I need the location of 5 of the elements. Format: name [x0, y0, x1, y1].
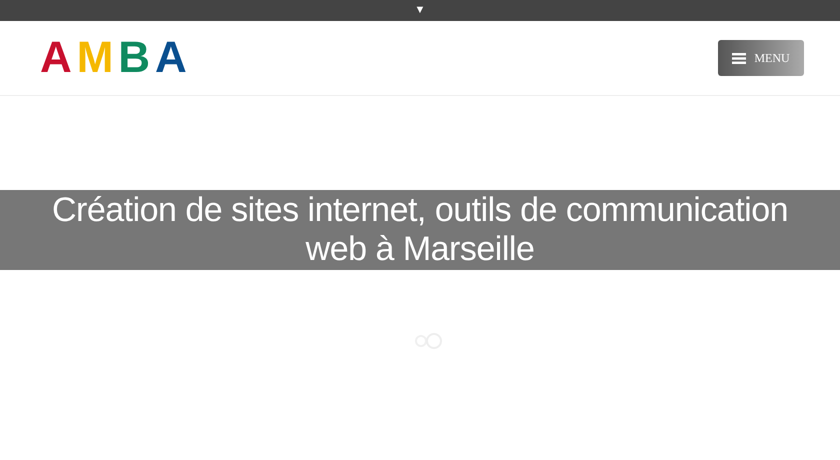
- banner-title: Création de sites internet, outils de communication web à Marseille: [50, 191, 790, 269]
- menu-icon: [732, 52, 746, 64]
- menu-button[interactable]: MENU: [718, 40, 804, 76]
- logo[interactable]: A M BA: [40, 36, 186, 80]
- dropdown-toggle[interactable]: ▼: [414, 5, 426, 16]
